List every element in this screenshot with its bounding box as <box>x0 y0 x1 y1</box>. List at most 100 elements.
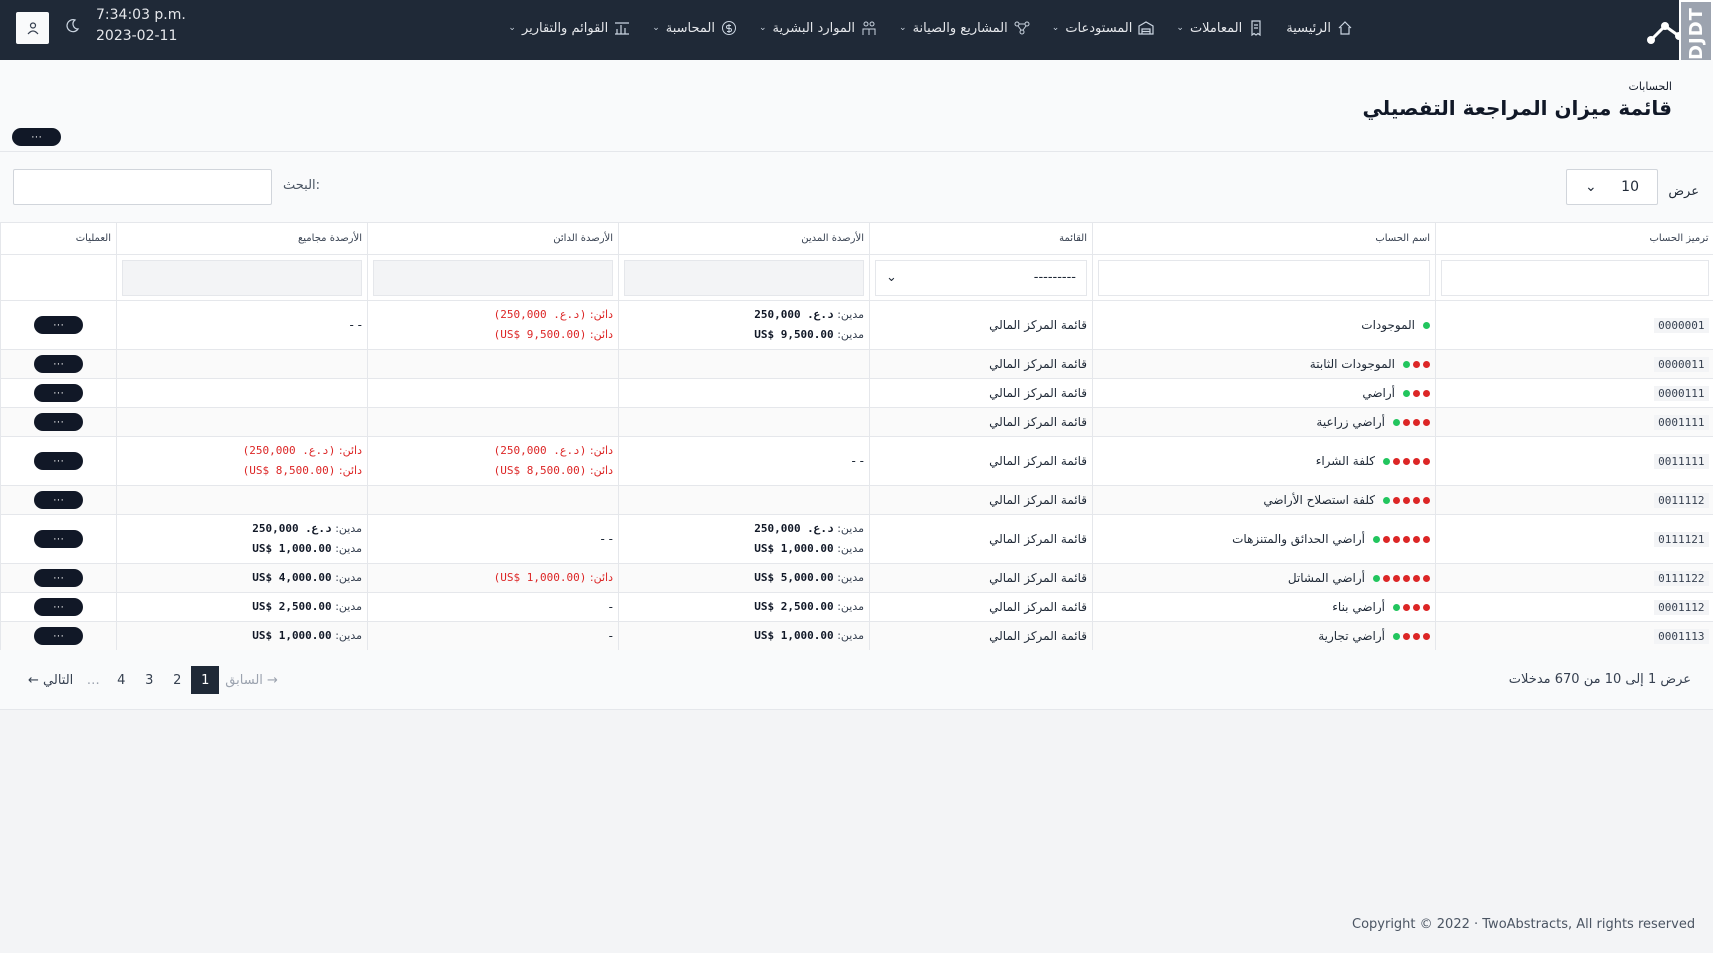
status-dot-icon <box>1403 389 1410 397</box>
status-dot-icon <box>1373 574 1380 582</box>
account-code: 0011112 <box>1654 492 1709 508</box>
level-dot-icon <box>1423 574 1430 582</box>
row-actions-button[interactable]: ··· <box>34 627 83 645</box>
row-actions-button[interactable]: ··· <box>34 569 83 587</box>
balance-label: مدين: <box>335 542 362 555</box>
filter-code-input[interactable] <box>1441 259 1709 296</box>
balance-amount: د.ع. 250,000 <box>754 522 834 535</box>
chevron-down-icon: ⌄ <box>899 23 907 33</box>
row-actions-button[interactable]: ··· <box>34 452 83 470</box>
page-length-select[interactable]: ⌄ 10 <box>1566 169 1658 205</box>
table-row[interactable]: 0000111 أراضي قائمة المركز المالي ··· <box>0 378 1713 408</box>
status-dot-icon <box>1393 603 1400 611</box>
account-name[interactable]: كلفة الشراء <box>1316 454 1375 468</box>
credit-empty: - <box>608 629 613 643</box>
nav-item-5[interactable]: المحاسبة ⌄ <box>652 20 737 36</box>
col-list[interactable]: القائمة <box>869 222 1093 255</box>
level-dot-icon <box>1423 535 1430 543</box>
breadcrumb[interactable]: الحسابات <box>1629 80 1672 93</box>
table-row[interactable]: 0011112 كلفة استصلاح الأراضي قائمة المركز … <box>0 485 1713 515</box>
page-2-button[interactable]: 2 <box>163 666 191 694</box>
balance-amount: (د.ع. 250,000) <box>242 444 336 457</box>
account-name[interactable]: كلفة استصلاح الأراضي <box>1263 493 1375 507</box>
table-row[interactable]: 0001111 أراضي زراعية قائمة المركز المالي ··… <box>0 407 1713 437</box>
account-name[interactable]: أراضي الحدائق والمتنزهات <box>1232 532 1365 546</box>
nav-item-label: المشاريع والصيانة <box>912 20 1008 36</box>
account-name[interactable]: أراضي بناء <box>1332 600 1385 614</box>
balance-label: مدين: <box>837 308 864 321</box>
row-actions-button[interactable]: ··· <box>34 355 83 373</box>
debit-cell <box>618 349 870 379</box>
nav-item-2[interactable]: المستودعات ⌄ <box>1052 20 1155 36</box>
row-actions-button[interactable]: ··· <box>34 598 83 616</box>
debit-cell <box>618 407 870 437</box>
header-actions-button[interactable]: ··· <box>12 128 61 146</box>
account-name[interactable]: أراضي تجارية <box>1318 629 1385 643</box>
account-name[interactable]: الموجودات الثابتة <box>1310 357 1395 371</box>
level-dot-icon <box>1403 457 1410 465</box>
col-debit[interactable]: الأرصدة المدين <box>618 222 870 255</box>
credit-cell: دائن: (د.ع. 250,000) دائن: (US$ 9,500.00) <box>367 300 619 350</box>
level-dot-icon <box>1413 360 1420 368</box>
filter-list-select[interactable]: --------- ⌄ <box>875 259 1087 296</box>
nav-item-3[interactable]: المشاريع والصيانة ⌄ <box>899 20 1030 36</box>
row-actions-button[interactable]: ··· <box>34 316 83 334</box>
total-line: مدين: د.ع. 250,000 <box>122 519 362 539</box>
djdt-toolbar-handle[interactable]: DJDT <box>1679 0 1713 66</box>
level-dot-icon <box>1393 496 1400 504</box>
user-avatar[interactable] <box>16 12 49 44</box>
nav-item-label: القوائم والتقارير <box>521 20 609 36</box>
page-1-button[interactable]: 1 <box>191 666 220 694</box>
search-input[interactable] <box>13 169 272 205</box>
page-4-button[interactable]: 4 <box>107 666 135 694</box>
table-row[interactable]: 0011111 كلفة الشراء قائمة المركز المالي - -… <box>0 436 1713 486</box>
level-dot-icon <box>1413 389 1420 397</box>
table-row[interactable]: 0001113 أراضي تجارية قائمة المركز المالي مد… <box>0 621 1713 651</box>
account-name[interactable]: الموجودات <box>1361 318 1415 332</box>
row-actions-button[interactable]: ··· <box>34 491 83 509</box>
next-page-button[interactable]: ← التالي <box>22 666 79 694</box>
col-total[interactable]: الأرصدة مجاميع <box>116 222 368 255</box>
table-row[interactable]: 0000001 الموجودات قائمة المركز المالي مدين:… <box>0 300 1713 350</box>
nav-item-0[interactable]: الرئيسية <box>1286 20 1353 36</box>
prev-page-button[interactable]: السابق → <box>219 666 284 694</box>
nav-item-4[interactable]: الموارد البشرية ⌄ <box>759 20 877 36</box>
credit-cell <box>367 349 619 379</box>
col-account-code[interactable]: ترميز الحساب <box>1435 222 1713 255</box>
row-actions-button[interactable]: ··· <box>34 530 83 548</box>
total-cell <box>116 378 368 408</box>
pagination-bar: عرض 1 إلى 10 من 670 مدخلات ← التالي … 4 3 2 1… <box>0 650 1713 710</box>
user-icon <box>27 22 38 35</box>
debit-line: مدين: US$ 5,000.00 <box>624 568 864 588</box>
row-actions-button[interactable]: ··· <box>34 384 83 402</box>
header-row: ترميز الحساب اسم الحساب القائمة الأرصدة … <box>0 222 1713 255</box>
nav-item-6[interactable]: القوائم والتقارير ⌄ <box>508 20 630 36</box>
account-name[interactable]: أراضي المشاتل <box>1288 571 1365 585</box>
col-credit[interactable]: الأرصدة الدائن <box>367 222 619 255</box>
account-name[interactable]: أراضي <box>1362 386 1395 400</box>
table-row[interactable]: 0111121 أراضي الحدائق والمتنزهات قائمة الم… <box>0 514 1713 564</box>
col-account-name[interactable]: اسم الحساب <box>1092 222 1436 255</box>
level-dot-icon <box>1423 457 1430 465</box>
debit-cell: مدين: US$ 1,000.00 <box>618 621 870 651</box>
chevron-down-icon: ⌄ <box>759 23 767 33</box>
nav-item-1[interactable]: المعاملات ⌄ <box>1176 20 1264 36</box>
pagination: ← التالي … 4 3 2 1 السابق → <box>22 666 284 694</box>
filter-name-input[interactable] <box>1098 259 1430 296</box>
account-name[interactable]: أراضي زراعية <box>1316 415 1385 429</box>
table-row[interactable]: 0001112 أراضي بناء قائمة المركز المالي مدين… <box>0 592 1713 622</box>
balance-label: مدين: <box>837 629 864 642</box>
nav-item-label: المحاسبة <box>665 20 715 36</box>
filter-debit-disabled <box>624 259 864 296</box>
table-row[interactable]: 0000011 الموجودات الثابتة قائمة المركز الم… <box>0 349 1713 379</box>
list-type: قائمة المركز المالي <box>989 386 1087 400</box>
table-row[interactable]: 0111122 أراضي المشاتل قائمة المركز المالي م… <box>0 563 1713 593</box>
credit-line: دائن: (US$ 8,500.00) <box>373 461 613 481</box>
row-actions-button[interactable]: ··· <box>34 413 83 431</box>
page-3-button[interactable]: 3 <box>135 666 163 694</box>
chart-icon <box>615 22 630 35</box>
total-cell: مدين: US$ 1,000.00 <box>116 621 368 651</box>
moon-icon[interactable] <box>64 18 80 34</box>
balance-label: دائن: <box>589 571 613 584</box>
account-code: 0111122 <box>1654 570 1709 586</box>
